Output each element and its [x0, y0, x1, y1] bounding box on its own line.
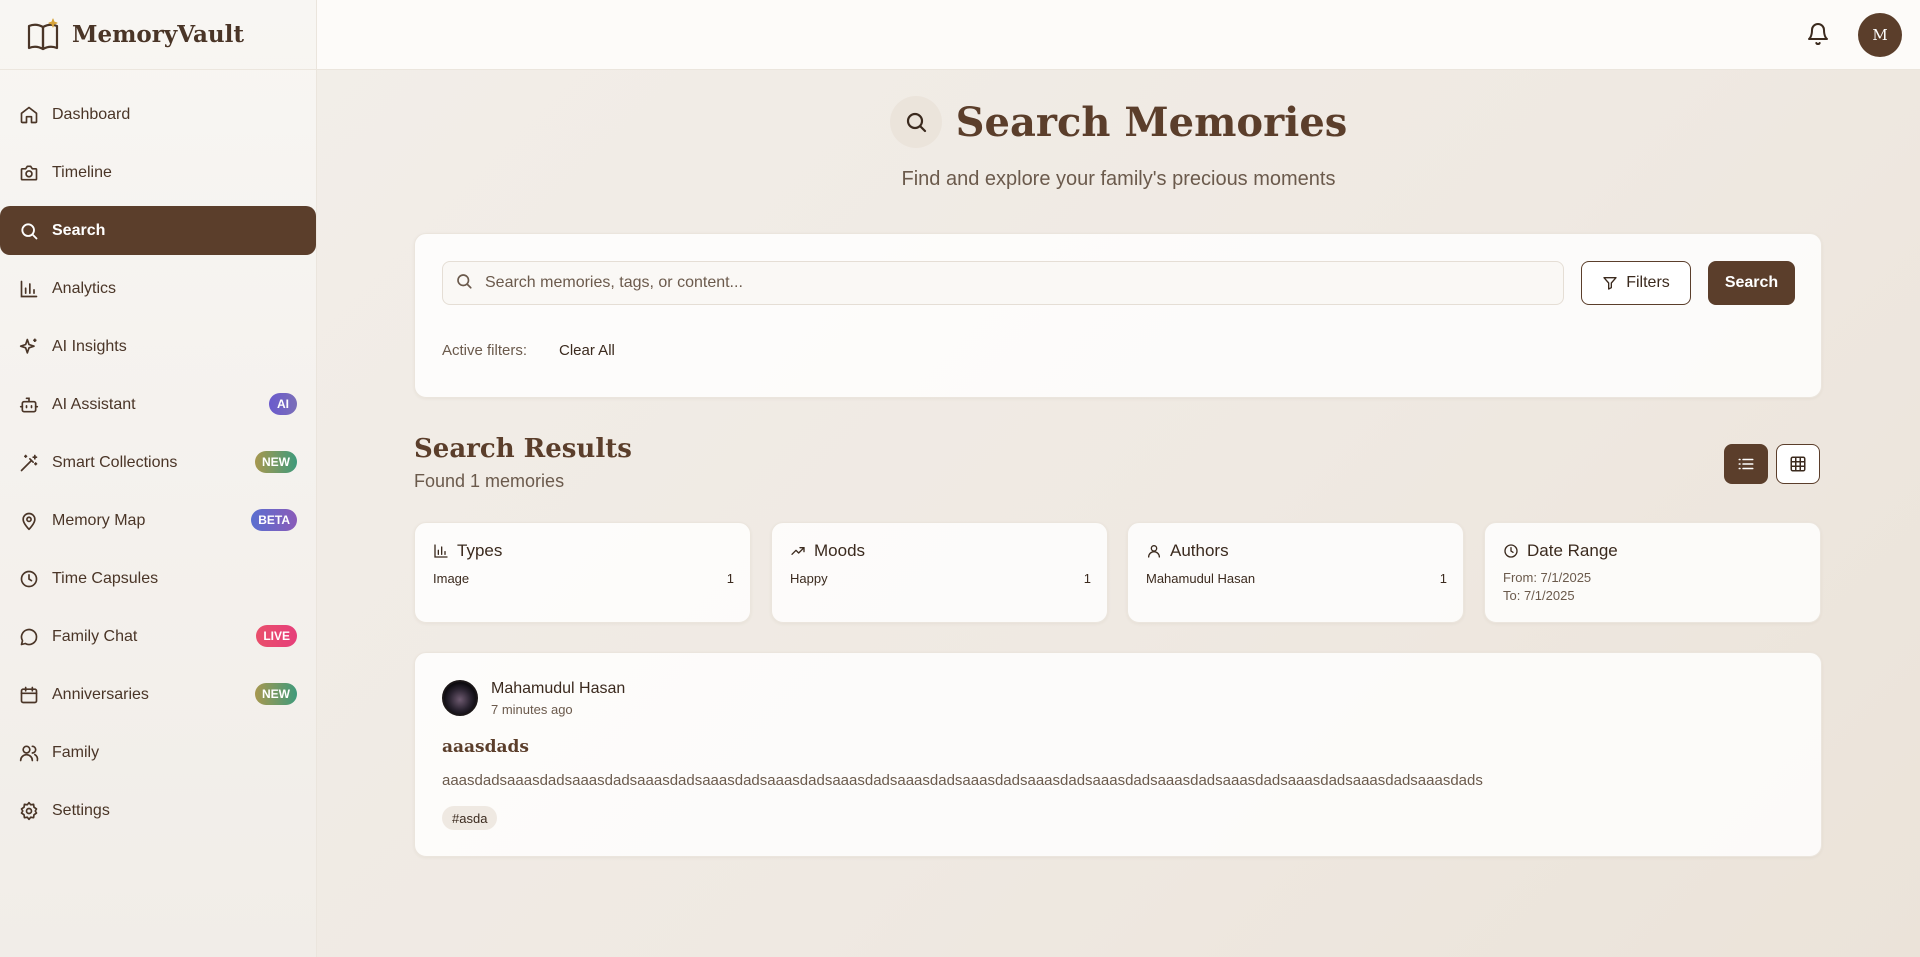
sidebar-item-label: Analytics	[52, 279, 117, 297]
memory-tag[interactable]: #asda	[442, 806, 498, 830]
sidebar-item-label: Time Capsules	[52, 569, 159, 587]
bell-icon[interactable]	[1806, 22, 1832, 48]
stat-authors-card: Authors Mahamudul Hasan 1	[1127, 522, 1464, 623]
beta-badge: BETA	[251, 509, 297, 531]
search-button[interactable]: Search	[1708, 261, 1795, 305]
sidebar-item-family-chat[interactable]: Family Chat LIVE	[0, 612, 316, 661]
clock-icon	[18, 568, 40, 590]
memory-author: Mahamudul Hasan	[491, 680, 626, 697]
sidebar-item-settings[interactable]: Settings	[0, 786, 316, 835]
search-icon	[18, 220, 40, 242]
results-count: Found 1 memories	[414, 471, 565, 491]
search-input[interactable]	[485, 274, 1535, 292]
stat-title: Types	[457, 541, 503, 560]
grid-icon	[1789, 455, 1807, 473]
app-name: MemoryVault	[72, 21, 244, 48]
brand[interactable]: MemoryVault	[0, 0, 316, 70]
stat-title: Date Range	[1527, 541, 1618, 560]
sidebar-item-anniversaries[interactable]: Anniversaries NEW	[0, 670, 316, 719]
stat-item: Image	[433, 571, 470, 586]
sidebar-item-smart-collections[interactable]: Smart Collections NEW	[0, 438, 316, 487]
grid-view-button[interactable]	[1776, 444, 1820, 484]
sidebar-item-label: Memory Map	[52, 511, 146, 529]
active-filters-label: Active filters:	[442, 342, 528, 359]
sidebar-item-search[interactable]: Search	[0, 206, 316, 255]
sidebar-item-memory-map[interactable]: Memory Map BETA	[0, 496, 316, 545]
memory-title: aaasdads	[442, 737, 529, 757]
stat-item: Mahamudul Hasan	[1146, 571, 1256, 586]
wand-icon	[18, 452, 40, 474]
filter-icon	[1602, 275, 1618, 291]
stat-item: Happy	[790, 571, 828, 586]
sidebar-item-label: Smart Collections	[52, 453, 178, 471]
page-title: Search Memories	[955, 98, 1348, 146]
stat-title: Authors	[1170, 541, 1229, 560]
search-icon	[889, 96, 942, 148]
stat-types-card: Types Image 1	[414, 522, 751, 623]
clear-all-button[interactable]: Clear All	[559, 342, 615, 359]
sidebar-item-label: Family Chat	[52, 627, 138, 645]
date-to: To: 7/1/2025	[1503, 588, 1575, 603]
map-pin-icon	[18, 510, 40, 532]
sidebar-item-label: Dashboard	[52, 105, 131, 123]
sidebar-item-label: Timeline	[52, 163, 112, 181]
sidebar-item-dashboard[interactable]: Dashboard	[0, 90, 316, 139]
new-badge: NEW	[255, 683, 297, 705]
sidebar-item-label: AI Assistant	[52, 395, 136, 413]
users-icon	[18, 742, 40, 764]
sidebar-item-label: Anniversaries	[52, 685, 149, 703]
sidebar-item-ai-assistant[interactable]: AI Assistant AI	[0, 380, 316, 429]
trending-up-icon	[790, 543, 806, 559]
sidebar-item-ai-insights[interactable]: AI Insights	[0, 322, 316, 371]
new-badge: NEW	[255, 451, 297, 473]
chat-icon	[18, 626, 40, 648]
list-icon	[1737, 455, 1755, 473]
author-avatar	[442, 680, 478, 716]
sidebar-item-family[interactable]: Family	[0, 728, 316, 777]
user-icon	[1146, 543, 1162, 559]
calendar-icon	[18, 684, 40, 706]
list-view-button[interactable]	[1724, 444, 1768, 484]
search-input-wrapper[interactable]	[442, 261, 1564, 305]
live-badge: LIVE	[256, 625, 297, 647]
bar-chart-icon	[18, 278, 40, 300]
sidebar-item-analytics[interactable]: Analytics	[0, 264, 316, 313]
bar-chart-icon	[433, 543, 449, 559]
stat-count: 1	[1439, 571, 1447, 586]
date-from: From: 7/1/2025	[1503, 570, 1592, 585]
filters-button[interactable]: Filters	[1581, 261, 1691, 305]
sidebar-item-label: AI Insights	[52, 337, 127, 355]
memory-card[interactable]: Mahamudul Hasan 7 minutes ago aaasdads a…	[414, 652, 1822, 857]
user-avatar[interactable]: M	[1858, 13, 1902, 57]
search-panel: Filters Search Active filters: Clear All	[414, 233, 1822, 398]
sidebar-item-label: Settings	[52, 801, 110, 819]
ai-badge: AI	[269, 393, 297, 415]
results-title: Search Results	[414, 434, 632, 464]
top-bar: M	[317, 0, 1920, 70]
memory-time: 7 minutes ago	[491, 702, 573, 717]
stat-count: 1	[726, 571, 734, 586]
home-icon	[18, 104, 40, 126]
stat-title: Moods	[814, 541, 866, 560]
book-sparkle-icon	[26, 17, 62, 53]
page-header: Search Memories Find and explore your fa…	[317, 96, 1920, 191]
stat-count: 1	[1083, 571, 1091, 586]
camera-icon	[18, 162, 40, 184]
sidebar-item-timeline[interactable]: Timeline	[0, 148, 316, 197]
memory-content: aaasdadsaaasdadsaaasdadsaaasdadsaaasdads…	[442, 772, 1483, 789]
stat-moods-card: Moods Happy 1	[771, 522, 1108, 623]
sidebar-item-label: Family	[52, 743, 100, 761]
stat-date-range-card: Date Range From: 7/1/2025 To: 7/1/2025	[1484, 522, 1821, 623]
sidebar: MemoryVault Dashboard Timeline Search An…	[0, 0, 317, 957]
clock-icon	[1503, 543, 1519, 559]
gear-icon	[18, 800, 40, 822]
filters-label: Filters	[1626, 274, 1670, 291]
sidebar-item-label: Search	[52, 221, 106, 239]
bot-icon	[18, 394, 40, 416]
page-subtitle: Find and explore your family's precious …	[901, 168, 1336, 190]
sparkles-icon	[18, 336, 40, 358]
search-icon	[455, 272, 473, 295]
sidebar-item-time-capsules[interactable]: Time Capsules	[0, 554, 316, 603]
sidebar-nav: Dashboard Timeline Search Analytics AI I…	[0, 70, 316, 835]
